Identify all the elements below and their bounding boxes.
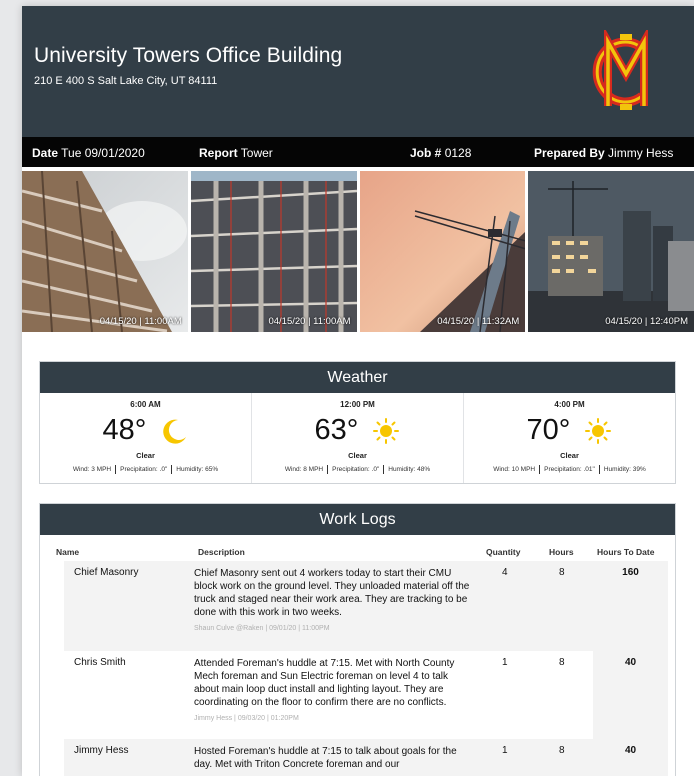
- table-row[interactable]: Chris Smith Attended Foreman's huddle at…: [40, 651, 675, 739]
- report-header: University Towers Office Building 210 E …: [22, 6, 694, 137]
- log-hours: 8: [559, 657, 565, 668]
- log-name: Chief Masonry: [74, 567, 139, 578]
- log-hours: 8: [559, 745, 565, 756]
- weather-details: Wind: 8 MPH Precipitation: .0" Humidity: 4…: [284, 465, 431, 474]
- log-name: Chris Smith: [74, 657, 126, 668]
- weather-time: 6:00 AM: [130, 400, 161, 409]
- log-byline: Jimmy Hess | 09/03/20 | 01:20PM: [194, 715, 299, 722]
- log-quantity: 1: [502, 657, 508, 668]
- column-header-quantity: Quantity: [486, 547, 521, 557]
- log-byline: Shaun Culve @Raken | 09/01/20 | 11:00PM: [194, 625, 330, 632]
- weather-title: Weather: [40, 362, 675, 393]
- project-title: University Towers Office Building: [34, 44, 343, 67]
- moon-icon: [163, 420, 187, 445]
- weather-temp: 70°: [526, 414, 571, 446]
- sun-icon: [373, 418, 400, 445]
- photo-timestamp: 04/15/20 | 12:40PM: [605, 316, 688, 327]
- log-quantity: 4: [502, 567, 508, 578]
- site-photo[interactable]: 04/15/20 | 11:00AM: [190, 171, 357, 332]
- weather-time: 12:00 PM: [340, 400, 375, 409]
- project-address: 210 E 400 S Salt Lake City, UT 84111: [34, 75, 218, 87]
- site-photo[interactable]: 04/15/20 | 12:40PM: [528, 171, 694, 332]
- log-description: Hosted Foreman's huddle at 7:15 to talk …: [194, 746, 457, 770]
- weather-details: Wind: 10 MPH Precipitation: .01" Humidity:…: [493, 465, 646, 474]
- weather-card: Weather 6:00 AM 48° Clear Wind: 3 MPH Pre…: [39, 361, 676, 484]
- log-hours-to-date: 40: [593, 739, 668, 776]
- work-logs-card: Work Logs Name Description Quantity Hour…: [39, 503, 676, 776]
- daily-report-page: University Towers Office Building 210 E …: [22, 6, 694, 776]
- column-header-description: Description: [198, 547, 245, 557]
- log-hours: 8: [559, 567, 565, 578]
- site-photo[interactable]: 04/15/20 | 11:32AM: [359, 171, 526, 332]
- weather-slot: 12:00 PM 63° Clear Wind: 8 MPH Precipitat…: [252, 393, 464, 483]
- work-logs-title: Work Logs: [40, 504, 675, 535]
- weather-slot: 4:00 PM 70° Clear Wind: 10 MPH Precipitat…: [464, 393, 675, 483]
- photo-timestamp: 04/15/20 | 11:32AM: [437, 316, 520, 327]
- weather-slot: 6:00 AM 48° Clear Wind: 3 MPH Precipitati…: [40, 393, 252, 483]
- prepared-by-field: Prepared By Jimmy Hess: [534, 146, 674, 160]
- report-info-bar: Date Tue 09/01/2020 Report Tower Job # 0…: [22, 137, 694, 167]
- table-row[interactable]: Chief Masonry Chief Masonry sent out 4 w…: [40, 561, 675, 651]
- photo-timestamp: 04/15/20 | 11:00AM: [268, 316, 351, 327]
- table-row[interactable]: Jimmy Hess Hosted Foreman's huddle at 7:…: [40, 739, 675, 776]
- photo-strip: 04/15/20 | 11:00AM 04/15/20 | 11:00AM 04…: [22, 167, 694, 332]
- job-field: Job # 0128: [410, 146, 472, 160]
- date-field: Date Tue 09/01/2020: [32, 146, 145, 160]
- log-hours-to-date: 160: [593, 561, 668, 651]
- site-photo[interactable]: 04/15/20 | 11:00AM: [22, 171, 188, 332]
- weather-temp: 63°: [314, 414, 359, 446]
- weather-time: 4:00 PM: [554, 400, 585, 409]
- weather-condition: Clear: [348, 451, 367, 460]
- log-quantity: 1: [502, 745, 508, 756]
- weather-condition: Clear: [560, 451, 579, 460]
- weather-condition: Clear: [136, 451, 155, 460]
- column-header-name: Name: [56, 547, 80, 557]
- weather-temp: 48°: [102, 414, 147, 446]
- sun-icon: [585, 418, 612, 445]
- report-field: Report Tower: [199, 146, 273, 160]
- weather-details: Wind: 3 MPH Precipitation: .0" Humidity: 6…: [72, 465, 219, 474]
- photo-timestamp: 04/15/20 | 11:00AM: [99, 316, 182, 327]
- column-header-hours-to-date: Hours To Date: [597, 547, 655, 557]
- log-name: Jimmy Hess: [74, 745, 129, 756]
- column-header-hours: Hours: [549, 547, 574, 557]
- work-logs-header: Name Description Quantity Hours Hours To…: [40, 535, 675, 561]
- log-hours-to-date: 40: [593, 651, 668, 739]
- log-description: Attended Foreman's huddle at 7:15. Met w…: [194, 657, 474, 725]
- log-description: Chief Masonry sent out 4 workers today t…: [194, 567, 474, 635]
- mc-monogram-logo-icon: [592, 30, 648, 110]
